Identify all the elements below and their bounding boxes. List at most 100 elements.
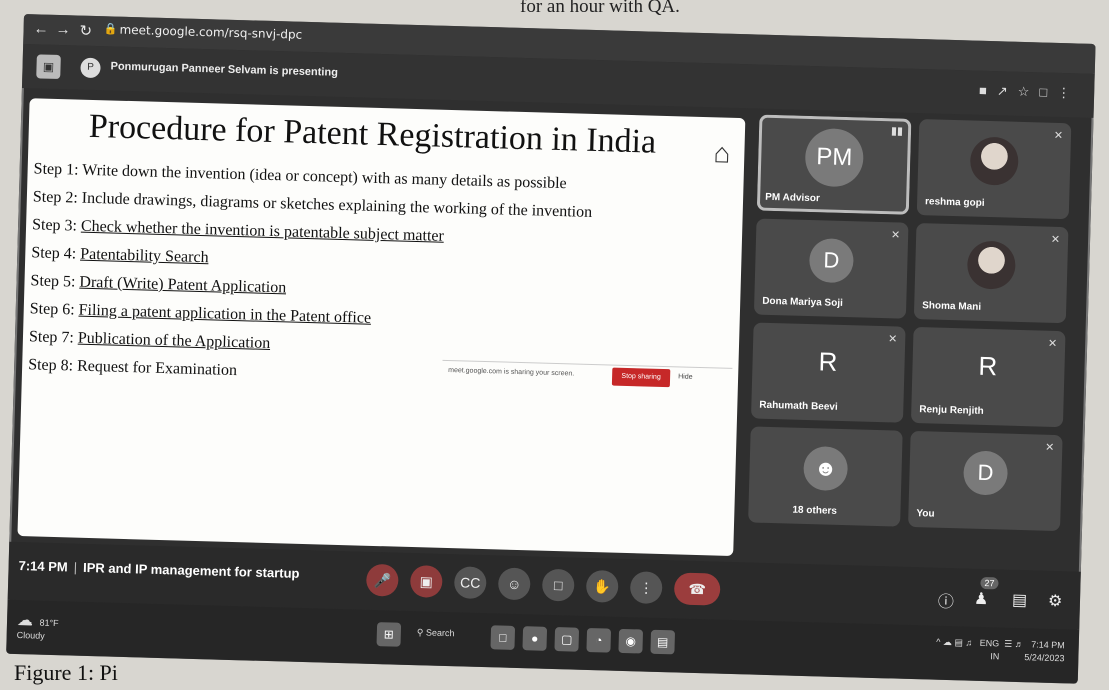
share-message: meet.google.com is sharing your screen. (448, 366, 575, 378)
system-tray: ^ ☁ ▤ ♫ ENG ☰ ♬ 7:14 PM IN 5/24/2023 (936, 636, 1065, 664)
avatar: R (818, 346, 838, 377)
weather-desc: Cloudy (16, 630, 45, 641)
presenting-text: Ponmurugan Panneer Selvam is presenting (110, 60, 339, 79)
participant-tile-shoma-mani[interactable]: ✕ Shoma Mani (913, 223, 1069, 324)
step-prefix: Step 3: (31, 216, 82, 235)
people-count-badge: 27 (980, 576, 999, 590)
step-text: Patentability Search (79, 245, 209, 267)
meeting-info: 7:14 PM | IPR and IP management for startu… (18, 558, 299, 581)
participant-photo (966, 240, 1017, 290)
emoji-button[interactable]: ☺ (497, 567, 531, 601)
step-text: Write down the invention (idea or concep… (82, 161, 567, 193)
mic-off-icon: ✕ (890, 229, 901, 242)
separator: | (73, 559, 78, 575)
folder-icon[interactable]: ▢ (554, 627, 580, 652)
participant-name: Dona Mariya Soji (762, 295, 843, 309)
meeting-title: IPR and IP management for startup (82, 559, 300, 581)
step-text: Check whether the invention is patentabl… (80, 217, 445, 245)
slide-step: Step 4: Patentability Search (31, 244, 209, 267)
slide-step: Step 5: Draft (Write) Patent Application (30, 272, 286, 297)
reload-icon[interactable]: ↻ (79, 22, 92, 40)
participant-name: Rahumath Beevi (759, 399, 838, 413)
browser-tools[interactable]: ■↗☆□⋮ (979, 83, 1081, 102)
avatar: R (978, 350, 998, 382)
house-icon: ⌂ (713, 137, 731, 169)
presentation-slide: Procedure for Patent Registration in Ind… (17, 98, 746, 557)
step-text: Include drawings, diagrams or sketches e… (81, 189, 593, 221)
app-icon[interactable]: ● (522, 626, 548, 651)
step-prefix: Step 2: (32, 188, 83, 207)
screen-share-bar: meet.google.com is sharing your screen. … (441, 359, 733, 395)
chat-icon[interactable]: ▤ (1012, 590, 1028, 610)
back-icon[interactable]: ← (33, 20, 48, 37)
camera-toggle-button[interactable]: ▣ (409, 565, 443, 598)
mic-off-icon: ✕ (1050, 233, 1061, 247)
mic-off-icon: ✕ (1047, 337, 1058, 350)
participant-tile-others[interactable]: ☻ 18 others (748, 426, 903, 527)
participant-tile-renju-renjith[interactable]: R ✕ Renju Renjith (910, 326, 1066, 428)
region-indicator: IN (990, 651, 1000, 662)
step-text: Filing a patent application in the Paten… (78, 301, 372, 327)
edge-icon[interactable]: ◔ (586, 627, 612, 653)
participant-name: Shoma Mani (922, 300, 982, 313)
participant-tile-dona-mariya-soji[interactable]: D ✕ Dona Mariya Soji (753, 218, 909, 319)
hide-button[interactable]: Hide (678, 373, 693, 380)
participant-name: 18 others (792, 504, 838, 517)
lock-icon: 🔒 (103, 23, 118, 36)
file-explorer-icon[interactable]: □ (490, 625, 516, 650)
step-prefix: Step 5: (30, 272, 80, 291)
people-icon[interactable]: ♟ 27 (974, 576, 999, 609)
more-options-button[interactable]: ⋮ (629, 571, 663, 605)
slide-step: Step 8: Request for Examination (28, 356, 237, 380)
captions-button[interactable]: CC (453, 566, 487, 600)
forward-icon[interactable]: → (55, 21, 70, 38)
end-call-button[interactable]: ☎ (673, 572, 721, 606)
participant-name: PM Advisor (765, 191, 820, 205)
activities-icon[interactable]: ⚙ (1048, 591, 1063, 611)
lang-indicator[interactable]: ENG (980, 638, 1000, 649)
meet-logo-icon: ▣ (36, 54, 61, 80)
step-prefix: Step 8: (27, 356, 78, 375)
url-field[interactable]: meet.google.com/rsq-snvj-dpc (119, 23, 302, 42)
avatar: D (962, 450, 1009, 496)
present-button[interactable]: □ (541, 568, 575, 602)
mic-off-icon: ✕ (1053, 129, 1064, 143)
group-avatars-icon: ☻ (803, 445, 849, 492)
step-prefix: Step 6: (29, 300, 79, 319)
info-icon[interactable]: ⓘ (938, 588, 955, 612)
participant-photo (969, 136, 1019, 186)
slide-step: Step 1: Write down the invention (idea o… (33, 160, 566, 193)
participant-tile-pm-advisor[interactable]: PM ▮▮ PM Advisor (756, 114, 912, 215)
participant-tile-you[interactable]: D ✕ You (908, 430, 1063, 532)
stop-sharing-button[interactable]: Stop sharing (611, 367, 671, 388)
clock-date[interactable]: 5/24/2023 (1024, 652, 1064, 663)
mic-off-icon: ✕ (887, 333, 898, 346)
document-icon[interactable]: ▤ (650, 629, 676, 655)
participant-name: reshma gopi (924, 196, 985, 209)
slide-step: Step 6: Filing a patent application in t… (30, 300, 372, 328)
participant-name: You (916, 508, 935, 520)
chrome-icon[interactable]: ◉ (618, 628, 644, 654)
step-text: Request for Examination (76, 357, 238, 380)
taskbar-search[interactable]: ⚲ Search (417, 627, 455, 639)
participant-name: Renju Renjith (919, 404, 984, 417)
mic-off-icon: ✕ (1044, 441, 1055, 454)
search-label: Search (425, 627, 455, 639)
participant-tile-reshma-gopi[interactable]: ✕ reshma gopi (916, 119, 1072, 220)
weather-widget[interactable]: ☁ 81°F Cloudy (17, 610, 59, 641)
start-icon[interactable]: ⊞ (376, 622, 402, 647)
presenter-avatar: P (80, 57, 101, 79)
raise-hand-button[interactable]: ✋ (585, 569, 619, 603)
clock-time[interactable]: 7:14 PM (1031, 639, 1065, 650)
step-text: Draft (Write) Patent Application (79, 273, 287, 297)
page-top-text: for an hour with QA. (520, 0, 680, 17)
tray-icons[interactable]: ^ ☁ ▤ ♫ (936, 637, 977, 648)
slide-step: Step 7: Publication of the Application (29, 328, 271, 353)
mic-toggle-button[interactable]: 🎤 (365, 563, 399, 597)
meeting-time: 7:14 PM (18, 558, 68, 575)
speaking-icon: ▮▮ (890, 125, 904, 138)
participant-tile-rahumath-beevi[interactable]: R ✕ Rahumath Beevi (750, 322, 906, 423)
step-text: Publication of the Application (77, 329, 271, 352)
step-prefix: Step 7: (28, 328, 79, 347)
screen: ← → ↻ 🔒 meet.google.com/rsq-snvj-dpc ▣ P… (6, 14, 1096, 684)
